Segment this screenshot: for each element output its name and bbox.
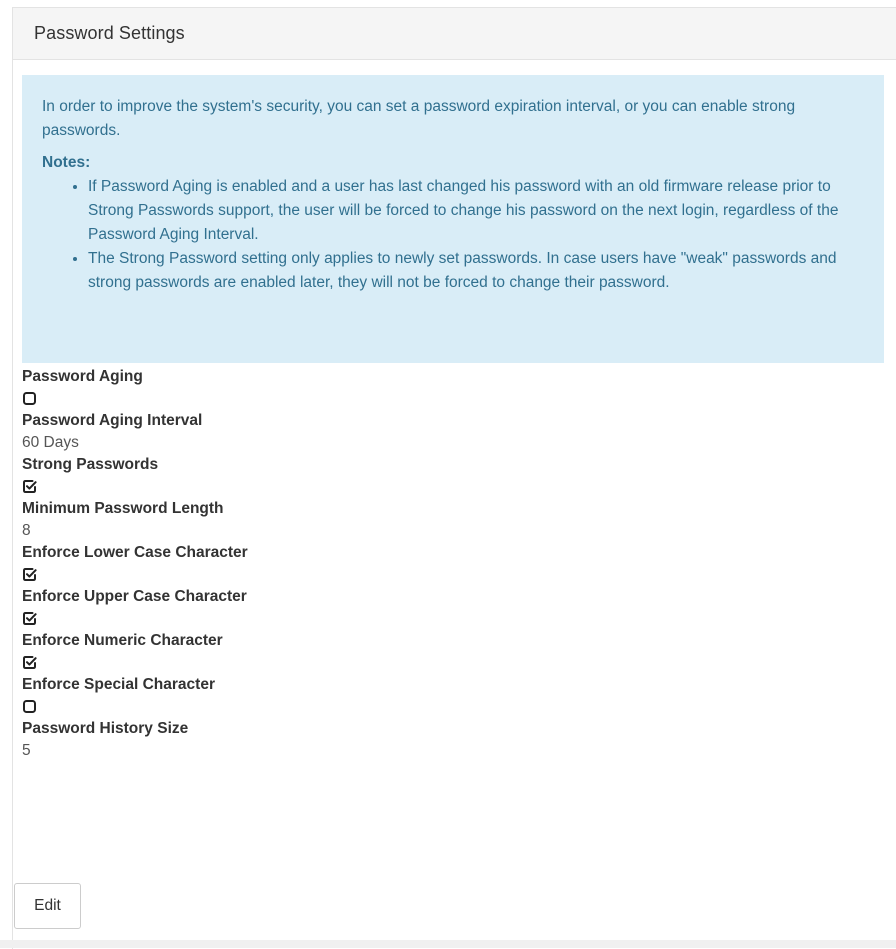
panel-header: Password Settings <box>13 8 896 60</box>
checkbox-unchecked-icon <box>23 700 36 713</box>
notes-title: Notes: <box>42 154 91 171</box>
enforce-upper-case-checkbox <box>22 607 862 630</box>
enforce-special-label: Enforce Special Character <box>22 676 215 693</box>
checkbox-checked-icon <box>23 612 37 625</box>
password-aging-label: Password Aging <box>22 368 143 385</box>
password-aging-interval-value: 60 Days <box>22 434 79 451</box>
info-intro: In order to improve the system's securit… <box>42 98 796 139</box>
password-history-size-label: Password History Size <box>22 720 189 737</box>
strong-passwords-label: Strong Passwords <box>22 456 159 473</box>
note-item: The Strong Password setting only applies… <box>88 247 860 295</box>
note-item: If Password Aging is enabled and a user … <box>88 175 860 247</box>
minimum-password-length-label: Minimum Password Length <box>22 500 224 517</box>
checkbox-checked-icon <box>23 568 37 581</box>
password-aging-interval-label: Password Aging Interval <box>22 412 203 429</box>
enforce-upper-case-label: Enforce Upper Case Character <box>22 588 247 605</box>
enforce-numeric-label: Enforce Numeric Character <box>22 632 223 649</box>
panel-title: Password Settings <box>34 23 185 43</box>
strong-passwords-checkbox <box>22 475 862 498</box>
checkbox-checked-icon <box>23 656 37 669</box>
settings-fields: Password Aging Password Aging Interval 6… <box>22 366 862 762</box>
edit-button[interactable]: Edit <box>14 883 81 929</box>
enforce-lower-case-label: Enforce Lower Case Character <box>22 544 248 561</box>
enforce-special-checkbox <box>22 695 862 718</box>
checkbox-checked-icon <box>23 480 37 493</box>
password-aging-checkbox <box>22 387 862 410</box>
notes-list: If Password Aging is enabled and a user … <box>42 175 860 295</box>
info-alert: In order to improve the system's securit… <box>22 75 884 363</box>
password-history-size-value: 5 <box>22 742 31 759</box>
checkbox-unchecked-icon <box>23 392 36 405</box>
enforce-lower-case-checkbox <box>22 563 862 586</box>
enforce-numeric-checkbox <box>22 651 862 674</box>
minimum-password-length-value: 8 <box>22 522 31 539</box>
page-bottom-edge <box>0 940 896 948</box>
